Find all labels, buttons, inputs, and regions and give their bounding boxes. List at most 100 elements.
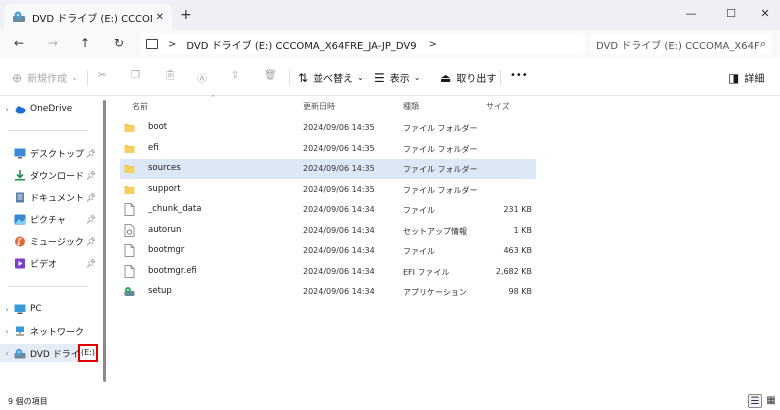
column-header-date[interactable]: 更新日時: [303, 101, 335, 112]
folder-icon: [124, 121, 135, 134]
share-icon[interactable]: ⇪: [231, 70, 239, 81]
file-name: efi: [148, 142, 159, 153]
chevron-right-icon[interactable]: ›: [0, 349, 14, 358]
sidebar-item-network[interactable]: › ネットワーク: [0, 322, 98, 340]
file-type: ファイル フォルダー: [403, 185, 478, 195]
pin-icon[interactable]: 📌︎: [86, 193, 96, 202]
file-row[interactable]: boot 2024/09/06 14:35 ファイル フォルダー: [120, 118, 536, 138]
address-bar: ← → ↑ ↻ > DVD ドライブ (E:) CCCOMA_X64FRE_JA…: [0, 30, 780, 58]
sidebar-item-label: PC: [30, 304, 42, 314]
pin-icon[interactable]: 📌︎: [86, 171, 96, 180]
search-field[interactable]: DVD ドライブ (E:) CCCOMA_X64FRE ⌕: [590, 33, 772, 55]
item-count: 9 個の項目: [8, 397, 48, 406]
file-row[interactable]: autorun 2024/09/06 14:34 セットアップ情報 1 KB: [120, 221, 536, 241]
file-type: ファイル: [403, 206, 435, 215]
file-date: 2024/09/06 14:35: [303, 123, 375, 132]
column-header-size[interactable]: サイズ: [486, 101, 510, 112]
file-row[interactable]: bootmgr.efi 2024/09/06 14:34 EFI ファイル 2,682…: [120, 262, 536, 282]
column-header-type[interactable]: 種類: [403, 101, 419, 112]
chevron-down-icon: ⌄: [413, 73, 421, 82]
command-bar: ⊕ 新規作成 ⌄ ✂ ❐ 📋︎ Ⓐ ⇪ 🗑︎ ⇅ 並べ替え ⌄ ☰ 表示 ⌄ ⏏…: [0, 58, 780, 96]
cut-icon[interactable]: ✂: [98, 70, 106, 81]
sidebar-item-documents[interactable]: ドキュメント 📌︎: [0, 188, 98, 206]
file-row[interactable]: sources 2024/09/06 14:35 ファイル フォルダー: [120, 159, 536, 179]
sidebar-item-dvd-drive[interactable]: › DVD ドライ (E:): [0, 344, 98, 362]
delete-icon[interactable]: 🗑︎: [264, 70, 277, 81]
close-window-button[interactable]: ✕: [750, 3, 780, 25]
search-input[interactable]: DVD ドライブ (E:) CCCOMA_X64FRE: [596, 37, 760, 52]
download-icon: [15, 169, 25, 180]
file-type: セットアップ情報: [403, 226, 467, 236]
sort-label: 並べ替え: [313, 74, 354, 85]
view-label: 表示: [389, 74, 410, 85]
paste-icon[interactable]: 📋︎: [164, 70, 177, 81]
copy-icon[interactable]: ❐: [131, 70, 140, 81]
app-icon: [124, 285, 135, 298]
file-list: 名前 ⌃ 更新日時 種類 サイズ boot 2024/09/06 14:35 ファイ…: [110, 94, 780, 392]
tiles-view-icon[interactable]: ▦: [764, 394, 778, 408]
file-row[interactable]: efi 2024/09/06 14:35 ファイル フォルダー: [120, 139, 536, 159]
sidebar-item-onedrive[interactable]: › OneDrive: [0, 100, 98, 118]
eject-button[interactable]: ⏏ 取り出す: [440, 70, 496, 86]
pin-icon[interactable]: 📌︎: [86, 237, 96, 246]
new-tab-button[interactable]: +: [180, 7, 192, 23]
file-name: _chunk_data: [148, 204, 202, 214]
sidebar-scrollbar[interactable]: [103, 100, 106, 382]
tab-close-icon[interactable]: ✕: [156, 12, 164, 23]
view-button[interactable]: ☰ 表示 ⌄: [374, 70, 421, 86]
sort-button[interactable]: ⇅ 並べ替え ⌄: [298, 70, 364, 86]
sidebar-item-pc[interactable]: › PC: [0, 300, 98, 318]
details-label: 詳細: [744, 74, 765, 85]
sidebar-item-downloads[interactable]: ダウンロード 📌︎: [0, 166, 98, 184]
minimize-button[interactable]: —: [676, 3, 706, 25]
file-name: support: [148, 183, 181, 194]
breadcrumb-current[interactable]: DVD ドライブ (E:) CCCOMA_X64FRE_JA-JP_DV9: [186, 37, 416, 52]
file-size: 98 KB: [508, 287, 532, 296]
chevron-right-icon[interactable]: ›: [0, 305, 14, 314]
pin-icon[interactable]: 📌︎: [86, 215, 96, 224]
documents-icon: [16, 192, 24, 202]
pin-icon[interactable]: 📌︎: [86, 259, 96, 268]
chevron-right-icon[interactable]: ›: [0, 327, 14, 336]
forward-button[interactable]: →: [44, 36, 62, 50]
back-button[interactable]: ←: [10, 36, 28, 50]
status-bar: 9 個の項目 ☰ ▦: [0, 392, 780, 410]
sidebar-item-desktop[interactable]: デスクトップ 📌︎: [0, 144, 98, 162]
file-row[interactable]: setup 2024/09/06 14:34 アプリケーション 98 KB: [120, 282, 536, 302]
chevron-right-icon[interactable]: >: [168, 39, 176, 50]
file-date: 2024/09/06 14:35: [303, 143, 375, 153]
sidebar-item-pictures[interactable]: ピクチャ 📌︎: [0, 210, 98, 228]
file-row[interactable]: bootmgr 2024/09/06 14:34 ファイル 463 KB: [120, 241, 536, 261]
window-tab[interactable]: DVD ドライブ (E:) CCCOMA_X64 ✕: [4, 4, 172, 30]
file-date: 2024/09/06 14:35: [303, 164, 375, 173]
pin-icon[interactable]: 📌︎: [86, 149, 96, 158]
details-pane-icon: ◨: [728, 70, 740, 85]
sidebar-item-label: ビデオ: [30, 259, 58, 270]
file-date: 2024/09/06 14:34: [303, 266, 375, 276]
refresh-button[interactable]: ↻: [110, 36, 128, 50]
more-options-button[interactable]: •••: [510, 70, 528, 81]
chevron-right-icon[interactable]: >: [429, 39, 437, 50]
details-view-icon[interactable]: ☰: [748, 394, 762, 408]
up-button[interactable]: ↑: [76, 36, 94, 50]
chevron-right-icon[interactable]: ›: [0, 105, 14, 114]
column-header-name[interactable]: 名前: [132, 101, 148, 112]
file-name: bootmgr.efi: [148, 265, 197, 276]
file-row[interactable]: _chunk_data 2024/09/06 14:34 ファイル 231 KB: [120, 200, 536, 220]
folder-icon: [124, 183, 135, 196]
sort-caret-icon: ⌃: [210, 94, 216, 102]
file-row[interactable]: support 2024/09/06 14:35 ファイル フォルダー: [120, 180, 536, 200]
file-icon: [124, 244, 135, 257]
file-date: 2024/09/06 14:34: [303, 287, 375, 296]
divider: [87, 70, 88, 86]
path-field[interactable]: > DVD ドライブ (E:) CCCOMA_X64FRE_JA-JP_DV9 …: [140, 33, 585, 55]
list-view-icon: ☰: [374, 70, 385, 85]
rename-icon[interactable]: Ⓐ: [197, 70, 207, 85]
maximize-button[interactable]: ☐: [716, 3, 746, 25]
new-button[interactable]: ⊕ 新規作成 ⌄: [12, 70, 78, 86]
sidebar-item-videos[interactable]: ビデオ 📌︎: [0, 254, 98, 272]
file-size: 1 KB: [513, 225, 532, 235]
sidebar-item-music[interactable]: ミュージック 📌︎: [0, 232, 98, 250]
details-pane-button[interactable]: ◨ 詳細: [728, 70, 765, 86]
file-type: ファイル フォルダー: [403, 124, 478, 133]
